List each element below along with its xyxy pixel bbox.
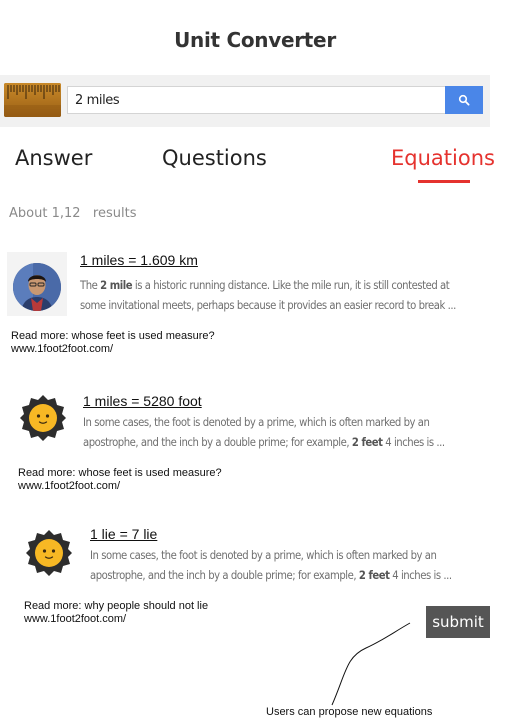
result-snippet: The 2 mile is a historic running distanc… [80,279,456,312]
source-link[interactable]: www.1foot2foot.com/ [11,343,113,355]
tab-questions[interactable]: Questions [162,146,267,170]
search-icon [458,94,470,106]
source-link[interactable]: www.1foot2foot.com/ [18,480,120,492]
read-more: Read more: whose feet is used measure? w… [11,330,215,356]
read-more: Read more: whose feet is used measure? w… [18,467,222,493]
results-count: About 1,12 results [9,206,137,221]
app-title: Unit Converter [174,28,336,52]
search-input[interactable] [67,86,445,114]
user-photo-icon [13,263,61,311]
tab-equations[interactable]: Equations [391,146,495,170]
annotation-note: Users can propose new equations [266,706,433,718]
read-more-link[interactable]: Read more: whose feet is used measure? [18,467,222,479]
result-title[interactable]: 1 miles = 5280 foot [83,393,202,409]
result-snippet: In some cases, the foot is denoted by a … [90,549,452,582]
annotation-arrow [331,622,411,706]
result-title[interactable]: 1 lie = 7 lie [90,526,157,542]
source-link[interactable]: www.1foot2foot.com/ [24,613,126,625]
ruler-icon [4,83,61,117]
active-tab-indicator [418,180,470,183]
sun-icon [19,394,67,447]
result-snippet: In some cases, the foot is denoted by a … [83,416,445,449]
read-more-link[interactable]: Read more: why people should not lie [24,600,208,612]
search-button[interactable] [445,86,483,114]
sun-icon [25,529,73,582]
read-more: Read more: why people should not lie www… [24,600,208,626]
submit-button[interactable]: submit [426,606,490,638]
result-title[interactable]: 1 miles = 1.609 km [80,252,198,268]
tab-answer[interactable]: Answer [15,146,92,170]
read-more-link[interactable]: Read more: whose feet is used measure? [11,330,215,342]
avatar [13,263,61,311]
